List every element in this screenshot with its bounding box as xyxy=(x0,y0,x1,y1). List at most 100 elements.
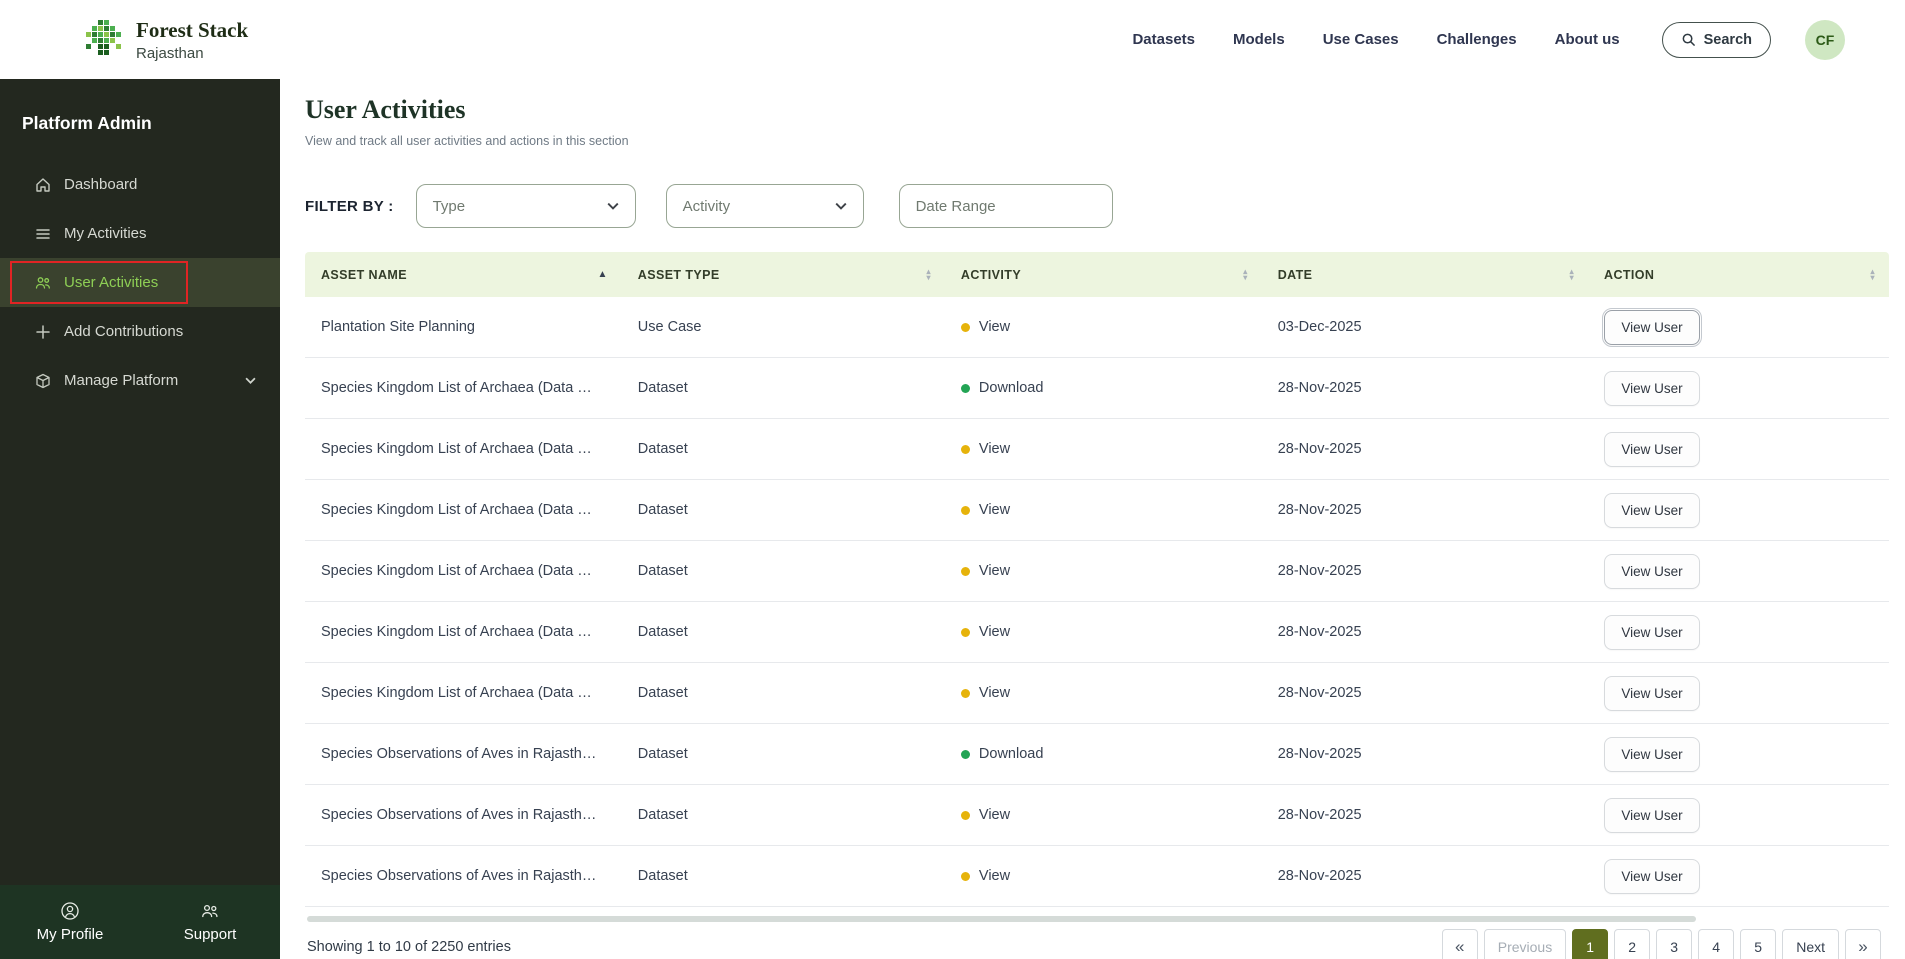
activity-label: View xyxy=(978,807,1011,823)
first-page-button[interactable]: « xyxy=(1441,929,1478,959)
activity-dot xyxy=(960,627,970,637)
date-cell: 28-Nov-2025 xyxy=(1277,746,1362,762)
table-row: Species Observations of Aves in Rajasth…… xyxy=(305,724,1889,785)
table-body: Plantation Site Planning Use Case View 0… xyxy=(305,297,1889,907)
view-user-button[interactable]: View User xyxy=(1604,675,1701,711)
activity-dot xyxy=(960,383,970,393)
sidebar-footer-label: My Profile xyxy=(36,926,104,943)
type-filter-select[interactable]: Type xyxy=(415,184,636,228)
column-header-activity[interactable]: ACTIVITY ▴ ▾ xyxy=(945,252,1262,297)
sort-asc-icon[interactable]: ▲ xyxy=(597,269,607,280)
asset-name-cell: Species Kingdom List of Archaea (Data … xyxy=(321,563,592,579)
view-user-button[interactable]: View User xyxy=(1604,858,1701,894)
activity-dot xyxy=(960,566,970,576)
sidebar-item-my-activities[interactable]: My Activities xyxy=(0,209,280,258)
avatar[interactable]: CF xyxy=(1805,19,1845,60)
profile-icon xyxy=(60,901,80,921)
page-button-3[interactable]: 3 xyxy=(1656,929,1693,959)
chevron-down-icon xyxy=(835,202,847,210)
activity-label: View xyxy=(978,319,1011,335)
nav-item-about-us[interactable]: About us xyxy=(1555,31,1620,48)
horizontal-scrollbar-thumb[interactable] xyxy=(307,916,1696,922)
asset-name-cell: Species Kingdom List of Archaea (Data … xyxy=(321,502,592,518)
sidebar-item-add-contributions[interactable]: Add Contributions xyxy=(0,307,280,356)
page-button-5[interactable]: 5 xyxy=(1740,929,1777,959)
view-user-button[interactable]: View User xyxy=(1602,307,1703,347)
table-row: Species Kingdom List of Archaea (Data … … xyxy=(305,541,1889,602)
sort-icon[interactable]: ▴ ▾ xyxy=(1243,267,1247,281)
activity-dot xyxy=(960,810,970,820)
asset-type-cell: Dataset xyxy=(637,380,688,396)
sidebar-item-manage-platform[interactable]: Manage Platform xyxy=(0,356,280,405)
asset-type-cell: Dataset xyxy=(637,441,688,457)
activity-cell: Download xyxy=(945,724,1262,784)
date-cell: 03-Dec-2025 xyxy=(1277,319,1362,335)
nav-item-models[interactable]: Models xyxy=(1233,31,1285,48)
sidebar-footer-support[interactable]: Support xyxy=(140,885,280,959)
asset-name-cell: Plantation Site Planning xyxy=(321,319,475,335)
asset-name-cell: Species Observations of Aves in Rajasth… xyxy=(321,746,597,762)
view-user-button[interactable]: View User xyxy=(1604,614,1701,650)
activity-label: View xyxy=(978,502,1011,518)
asset-type-cell: Dataset xyxy=(637,746,688,762)
brand[interactable]: Forest Stack Rajasthan xyxy=(78,17,248,63)
nav-item-use-cases[interactable]: Use Cases xyxy=(1323,31,1399,48)
asset-name-cell: Species Kingdom List of Archaea (Data … xyxy=(321,380,592,396)
sidebar-footer-my-profile[interactable]: My Profile xyxy=(0,885,140,959)
page-button-4[interactable]: 4 xyxy=(1698,929,1735,959)
asset-type-cell: Dataset xyxy=(637,685,688,701)
search-button[interactable]: Search xyxy=(1661,21,1771,58)
sort-icon[interactable]: ▴ ▾ xyxy=(927,267,931,281)
last-page-button[interactable]: » xyxy=(1845,929,1881,959)
column-header-action[interactable]: ACTION ▴ ▾ xyxy=(1588,252,1889,297)
top-nav: Datasets Models Use Cases Challenges Abo… xyxy=(1132,31,1619,48)
activity-filter-select[interactable]: Activity xyxy=(665,184,864,228)
table-header-row: ASSET NAME ▲ ASSET TYPE ▴ ▾ ACTIVITY ▴ ▾ D… xyxy=(305,252,1889,297)
page-subtitle: View and track all user activities and a… xyxy=(305,134,629,148)
sidebar-item-label: My Activities xyxy=(64,225,147,242)
table-row: Species Kingdom List of Archaea (Data … … xyxy=(305,602,1889,663)
action-cell: View User xyxy=(1588,602,1889,662)
nav-item-challenges[interactable]: Challenges xyxy=(1437,31,1517,48)
page-button-2[interactable]: 2 xyxy=(1614,929,1651,959)
asset-name-cell: Species Kingdom List of Archaea (Data … xyxy=(321,685,592,701)
page-title: User Activities xyxy=(305,95,466,124)
asset-type-cell: Dataset xyxy=(637,624,688,640)
column-header-asset-name[interactable]: ASSET NAME ▲ xyxy=(305,252,622,297)
search-label: Search xyxy=(1703,31,1752,48)
activity-label: View xyxy=(978,685,1011,701)
sort-icon[interactable]: ▴ ▾ xyxy=(1871,267,1875,281)
sidebar-item-user-activities[interactable]: User Activities xyxy=(0,258,280,307)
next-page-button[interactable]: Next xyxy=(1782,929,1839,959)
column-header-asset-type[interactable]: ASSET TYPE ▴ ▾ xyxy=(622,252,945,297)
asset-type-cell: Use Case xyxy=(637,319,702,335)
view-user-button[interactable]: View User xyxy=(1604,370,1701,406)
nav-item-datasets[interactable]: Datasets xyxy=(1132,31,1195,48)
asset-type-cell: Dataset xyxy=(637,807,688,823)
page-button-1[interactable]: 1 xyxy=(1572,929,1609,959)
activity-cell: View xyxy=(945,602,1262,662)
sidebar-item-dashboard[interactable]: Dashboard xyxy=(0,160,280,209)
view-user-button[interactable]: View User xyxy=(1604,492,1701,528)
view-user-button[interactable]: View User xyxy=(1604,797,1701,833)
sort-icon[interactable]: ▴ ▾ xyxy=(1570,267,1574,281)
activity-cell: View xyxy=(945,297,1262,357)
activity-cell: View xyxy=(945,419,1262,479)
view-user-button[interactable]: View User xyxy=(1604,431,1701,467)
main-content: User Activities View and track all user … xyxy=(280,79,1905,959)
activity-label: View xyxy=(978,563,1011,579)
column-header-date[interactable]: DATE ▴ ▾ xyxy=(1262,252,1588,297)
date-cell: 28-Nov-2025 xyxy=(1277,441,1362,457)
previous-page-button[interactable]: Previous xyxy=(1483,929,1567,959)
date-range-input[interactable]: Date Range xyxy=(898,184,1113,228)
brand-text: Forest Stack Rajasthan xyxy=(136,18,248,62)
activity-label: Download xyxy=(978,380,1044,396)
table-row: Species Kingdom List of Archaea (Data … … xyxy=(305,480,1889,541)
asset-name-cell: Species Observations of Aves in Rajasth… xyxy=(321,807,597,823)
view-user-button[interactable]: View User xyxy=(1604,553,1701,589)
activity-dot xyxy=(960,749,970,759)
activity-label: Download xyxy=(978,746,1044,762)
action-cell: View User xyxy=(1588,297,1889,357)
view-user-button[interactable]: View User xyxy=(1604,736,1701,772)
date-range-placeholder: Date Range xyxy=(915,197,996,215)
